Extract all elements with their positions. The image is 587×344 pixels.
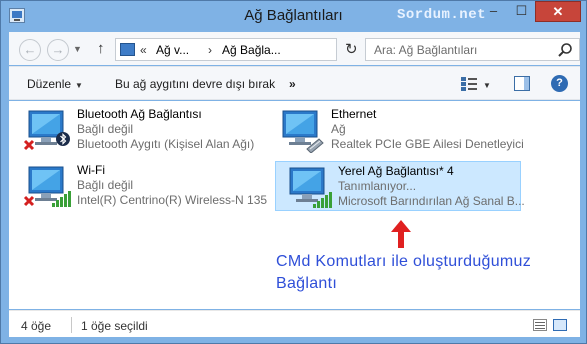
organize-dropdown-icon[interactable]: ▼ bbox=[75, 81, 83, 90]
watermark: Sordum.net bbox=[397, 7, 487, 23]
control-panel-icon bbox=[120, 43, 135, 56]
view-dropdown-icon[interactable]: ▼ bbox=[483, 81, 491, 90]
up-button[interactable]: ↑ bbox=[97, 40, 105, 57]
minimize-button[interactable]: – bbox=[479, 1, 508, 22]
maximize-button[interactable]: ☐ bbox=[508, 1, 535, 22]
annotation-text: CMd Komutları ile oluşturduğumuz Bağlant… bbox=[276, 251, 531, 295]
connection-name: Yerel Ağ Bağlantısı* 4 bbox=[338, 164, 454, 178]
breadcrumb-overflow[interactable]: « bbox=[140, 43, 147, 57]
help-icon[interactable]: ? bbox=[551, 75, 568, 92]
connection-text: Yerel Ağ Bağlantısı* 4 Tanımlanıyor... M… bbox=[338, 164, 525, 209]
breadcrumb-item-network[interactable]: Ağ v... bbox=[156, 43, 189, 57]
bluetooth-adapter-icon bbox=[23, 110, 70, 151]
connection-device: Intel(R) Centrino(R) Wireless-N 135 bbox=[77, 193, 268, 207]
status-bar: 4 öğe 1 öğe seçildi bbox=[9, 310, 580, 337]
details-view-icon[interactable] bbox=[533, 319, 547, 331]
explorer-window: Ağ Bağlantıları Sordum.net – ☐ ✕ ← → ▼ ↑… bbox=[0, 0, 587, 344]
refresh-icon[interactable]: ↻ bbox=[345, 40, 358, 58]
connection-device: Microsoft Barındırılan Ağ Sanal B... bbox=[338, 194, 525, 208]
connection-status: Bağlı değil bbox=[77, 122, 134, 136]
search-input[interactable]: Ara: Ağ Bağlantıları bbox=[374, 43, 477, 57]
connection-item-bluetooth[interactable]: Bluetooth Ağ Bağlantısı Bağlı değil Blue… bbox=[15, 105, 261, 155]
connection-text: Ethernet Ağ Realtek PCIe GBE Ailesi Dene… bbox=[331, 107, 524, 152]
search-icon[interactable] bbox=[557, 42, 573, 58]
connection-name: Ethernet bbox=[331, 107, 377, 121]
breadcrumb-separator-icon[interactable]: › bbox=[208, 43, 212, 57]
organize-menu[interactable]: Düzenle bbox=[27, 77, 71, 91]
recent-locations-chevron-icon[interactable]: ▼ bbox=[73, 44, 82, 54]
wifi-adapter-icon bbox=[23, 166, 71, 207]
search-box[interactable]: Ara: Ağ Bağlantıları bbox=[365, 38, 580, 61]
close-button[interactable]: ✕ bbox=[535, 1, 581, 22]
status-divider bbox=[71, 317, 72, 333]
connection-name: Bluetooth Ağ Bağlantısı bbox=[77, 107, 202, 121]
ethernet-adapter-icon bbox=[282, 110, 324, 153]
connection-item-wifi[interactable]: Wi-Fi Bağlı değil Intel(R) Centrino(R) W… bbox=[15, 161, 267, 211]
title-bar[interactable]: Ağ Bağlantıları Sordum.net – ☐ ✕ bbox=[1, 1, 586, 31]
connection-name: Wi-Fi bbox=[77, 163, 105, 177]
connection-text: Bluetooth Ağ Bağlantısı Bağlı değil Blue… bbox=[77, 107, 254, 152]
connection-item-ethernet[interactable]: Ethernet Ağ Realtek PCIe GBE Ailesi Dene… bbox=[269, 105, 524, 155]
connection-status: Bağlı değil bbox=[77, 178, 134, 192]
connection-status: Tanımlanıyor... bbox=[338, 179, 417, 193]
annotation-arrow-icon bbox=[391, 220, 411, 248]
more-commands-button[interactable]: » bbox=[289, 77, 296, 91]
connections-list: Bluetooth Ağ Bağlantısı Bağlı değil Blue… bbox=[9, 101, 580, 309]
change-view-icon[interactable] bbox=[461, 77, 477, 91]
forward-button[interactable]: → bbox=[47, 39, 69, 61]
address-bar[interactable]: « Ağ v... › Ağ Bağla... ▼ bbox=[115, 38, 429, 62]
connection-status: Ağ bbox=[331, 122, 346, 136]
annotation-line-1: CMd Komutları ile oluşturduğumuz bbox=[276, 253, 532, 270]
connection-text: Wi-Fi Bağlı değil Intel(R) Centrino(R) W… bbox=[77, 163, 267, 208]
command-bar: Düzenle ▼ Bu ağ aygıtını devre dışı bıra… bbox=[9, 66, 580, 100]
connection-device: Bluetooth Aygıtı (Kişisel Alan Ağı) bbox=[77, 137, 255, 151]
annotation-line-2: Bağlantı bbox=[276, 275, 338, 292]
preview-pane-icon[interactable] bbox=[514, 76, 530, 91]
connection-device: Realtek PCIe GBE Ailesi Denetleyici bbox=[331, 137, 524, 151]
breadcrumb-item-connections[interactable]: Ağ Bağla... bbox=[222, 43, 281, 57]
selected-count: 1 öğe seçildi bbox=[81, 319, 148, 333]
wifi-adapter-icon bbox=[289, 167, 332, 208]
navigation-bar: ← → ▼ ↑ « Ağ v... › Ağ Bağla... ▼ ↻ Ara:… bbox=[9, 32, 580, 65]
item-count: 4 öğe bbox=[21, 319, 52, 333]
disable-device-button[interactable]: Bu ağ aygıtını devre dışı bırak bbox=[115, 77, 275, 91]
large-icons-view-icon[interactable] bbox=[553, 319, 567, 331]
connection-item-local-area-4[interactable]: Yerel Ağ Bağlantısı* 4 Tanımlanıyor... M… bbox=[275, 161, 525, 211]
back-button[interactable]: ← bbox=[19, 39, 41, 61]
